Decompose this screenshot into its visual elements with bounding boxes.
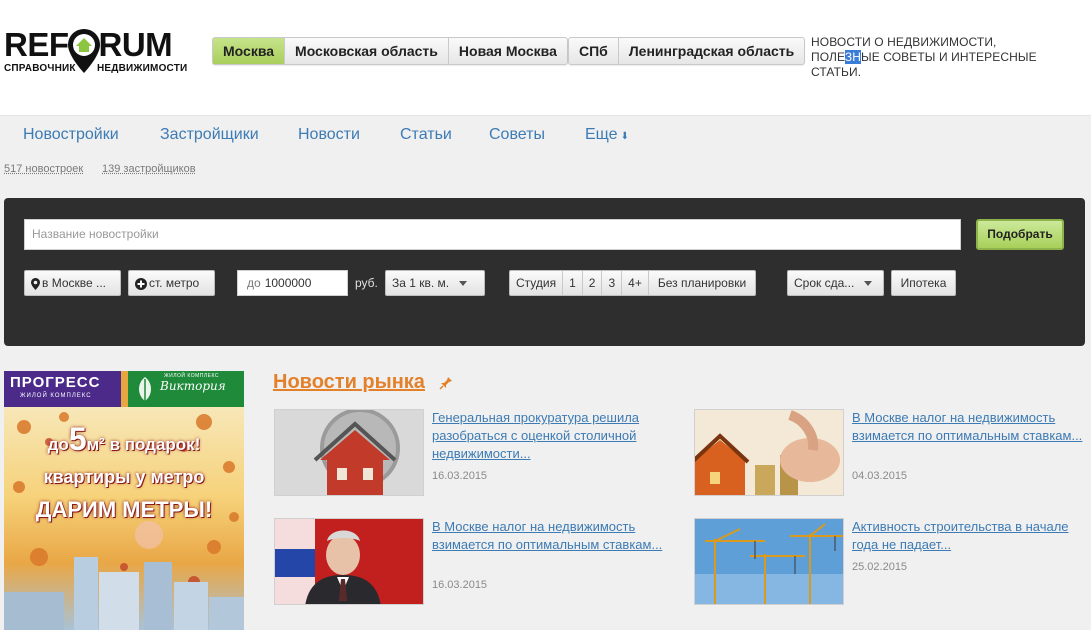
site-tagline: НОВОСТИ О НЕДВИЖИМОСТИ, ПОЛЕЗНЫЕ СОВЕТЫ …: [811, 35, 1086, 80]
room-no-layout-button[interactable]: Без планировки: [649, 271, 755, 295]
location-pin-icon: [31, 277, 40, 290]
construction-cranes-image: [695, 519, 843, 604]
room-2-button[interactable]: 2: [583, 271, 603, 295]
region-new-moscow-button[interactable]: Новая Москва: [449, 38, 567, 64]
news-card: В Москве налог на недвижимость взимается…: [274, 518, 674, 608]
news-date: 16.03.2015: [432, 579, 488, 591]
region-moscow-oblast-button[interactable]: Московская область: [285, 38, 449, 64]
developers-count-link[interactable]: 139 застройщиков: [102, 163, 196, 175]
tagline-line-1: НОВОСТИ О НЕДВИЖИМОСТИ,: [811, 35, 997, 49]
newbuilds-count-link[interactable]: 517 новостроек: [4, 163, 83, 175]
room-studio-button[interactable]: Студия: [510, 271, 564, 295]
max-price-input[interactable]: до 1000000: [237, 270, 348, 296]
progress-brand: ПРОГРЕСС ЖИЛОЙ КОМПЛЕКС: [4, 371, 121, 407]
search-panel: Название новостройки Подобрать в Москве …: [4, 198, 1085, 346]
nav-item-more[interactable]: Еще ⬇: [585, 126, 629, 144]
nav-item-developers[interactable]: Застройщики: [160, 126, 259, 144]
news-link[interactable]: В Москве налог на недвижимость взимается…: [852, 409, 1091, 445]
currency-label: руб.: [355, 276, 378, 290]
tagline-line-2: ПОЛЕЗНЫЕ СОВЕТЫ И ИНТЕРЕСНЫЕ СТАТЬИ.: [811, 50, 1037, 79]
plus-circle-icon: [135, 277, 147, 290]
completion-term-select[interactable]: Срок сда...: [787, 270, 884, 296]
news-link[interactable]: Генеральная прокуратура решила разобрать…: [432, 409, 672, 463]
news-card: Активность строительства в начале года н…: [694, 518, 1091, 608]
region-moscow-button[interactable]: Москва: [213, 38, 286, 64]
nav-item-news[interactable]: Новости: [298, 126, 360, 144]
news-thumbnail[interactable]: [274, 518, 424, 605]
advertising-banner[interactable]: ПРОГРЕСС ЖИЛОЙ КОМПЛЕКС ЖИЛОЙ КОМПЛЕКС В…: [4, 371, 244, 630]
pick-button[interactable]: Подобрать: [976, 219, 1064, 250]
chevron-down-icon: [864, 281, 873, 287]
text-selection: ЗН: [844, 50, 861, 64]
banner-headline: до5м² в подарок!: [47, 421, 201, 457]
reforum-logo[interactable]: REF RUM СПРАВОЧНИК НЕДВИЖИМОСТИ: [4, 28, 187, 76]
news-thumbnail[interactable]: [694, 518, 844, 605]
news-thumbnail[interactable]: [274, 409, 424, 496]
market-news-heading[interactable]: Новости рынка: [273, 371, 425, 394]
magnifier-house-image: [275, 410, 423, 495]
room-3-button[interactable]: 3: [602, 271, 623, 295]
room-1-button[interactable]: 1: [563, 271, 583, 295]
location-button[interactable]: в Москве ...: [24, 270, 121, 296]
news-thumbnail[interactable]: [694, 409, 844, 496]
news-link[interactable]: В Москве налог на недвижимость взимается…: [432, 518, 672, 554]
news-date: 16.03.2015: [432, 470, 488, 482]
nav-item-tips[interactable]: Советы: [489, 126, 545, 144]
logo-subtitle-left: СПРАВОЧНИК: [4, 63, 76, 74]
nav-item-newbuilds[interactable]: Новостройки: [23, 126, 119, 144]
leaf-logo-icon: [139, 377, 151, 401]
arrow-down-icon: ⬇: [620, 131, 629, 142]
newbuild-name-input[interactable]: Название новостройки: [24, 219, 961, 250]
mortgage-button[interactable]: Ипотека: [891, 270, 956, 296]
news-card: Генеральная прокуратура решила разобрать…: [274, 409, 674, 499]
official-portrait-image: [275, 519, 423, 604]
region-leningrad-oblast-button[interactable]: Ленинградская область: [619, 38, 804, 64]
metro-button[interactable]: ст. метро: [128, 270, 215, 296]
main-nav: Новостройки Застройщики Новости Статьи С…: [0, 117, 1091, 153]
logo-subtitle-right: НЕДВИЖИМОСТИ: [97, 63, 188, 74]
news-date: 04.03.2015: [852, 470, 908, 482]
news-link[interactable]: Активность строительства в начале года н…: [852, 518, 1091, 554]
nav-item-articles[interactable]: Статьи: [400, 126, 452, 144]
pin-icon: [439, 377, 452, 390]
news-date: 25.02.2015: [852, 561, 908, 573]
price-unit-select[interactable]: За 1 кв. м.: [385, 270, 485, 296]
chevron-down-icon: [459, 281, 468, 287]
coins-house-image: [695, 410, 843, 495]
room-4plus-button[interactable]: 4+: [622, 271, 649, 295]
news-card: В Москве налог на недвижимость взимается…: [694, 409, 1091, 499]
victoria-brand: ЖИЛОЙ КОМПЛЕКС Виктория: [128, 371, 244, 407]
region-group-moscow: Москва Московская область Новая Москва: [212, 37, 568, 65]
region-spb-button[interactable]: СПб: [569, 38, 619, 64]
site-header: REF RUM СПРАВОЧНИК НЕДВИЖИМОСТИ Москва Мо…: [0, 0, 1091, 116]
region-group-spb: СПб Ленинградская область: [568, 37, 806, 65]
banner-subline: квартиры у метро: [43, 467, 205, 487]
banner-slogan: ДАРИМ МЕТРЫ!: [35, 497, 213, 522]
rooms-filter: Студия 1 2 3 4+ Без планировки: [509, 270, 757, 296]
